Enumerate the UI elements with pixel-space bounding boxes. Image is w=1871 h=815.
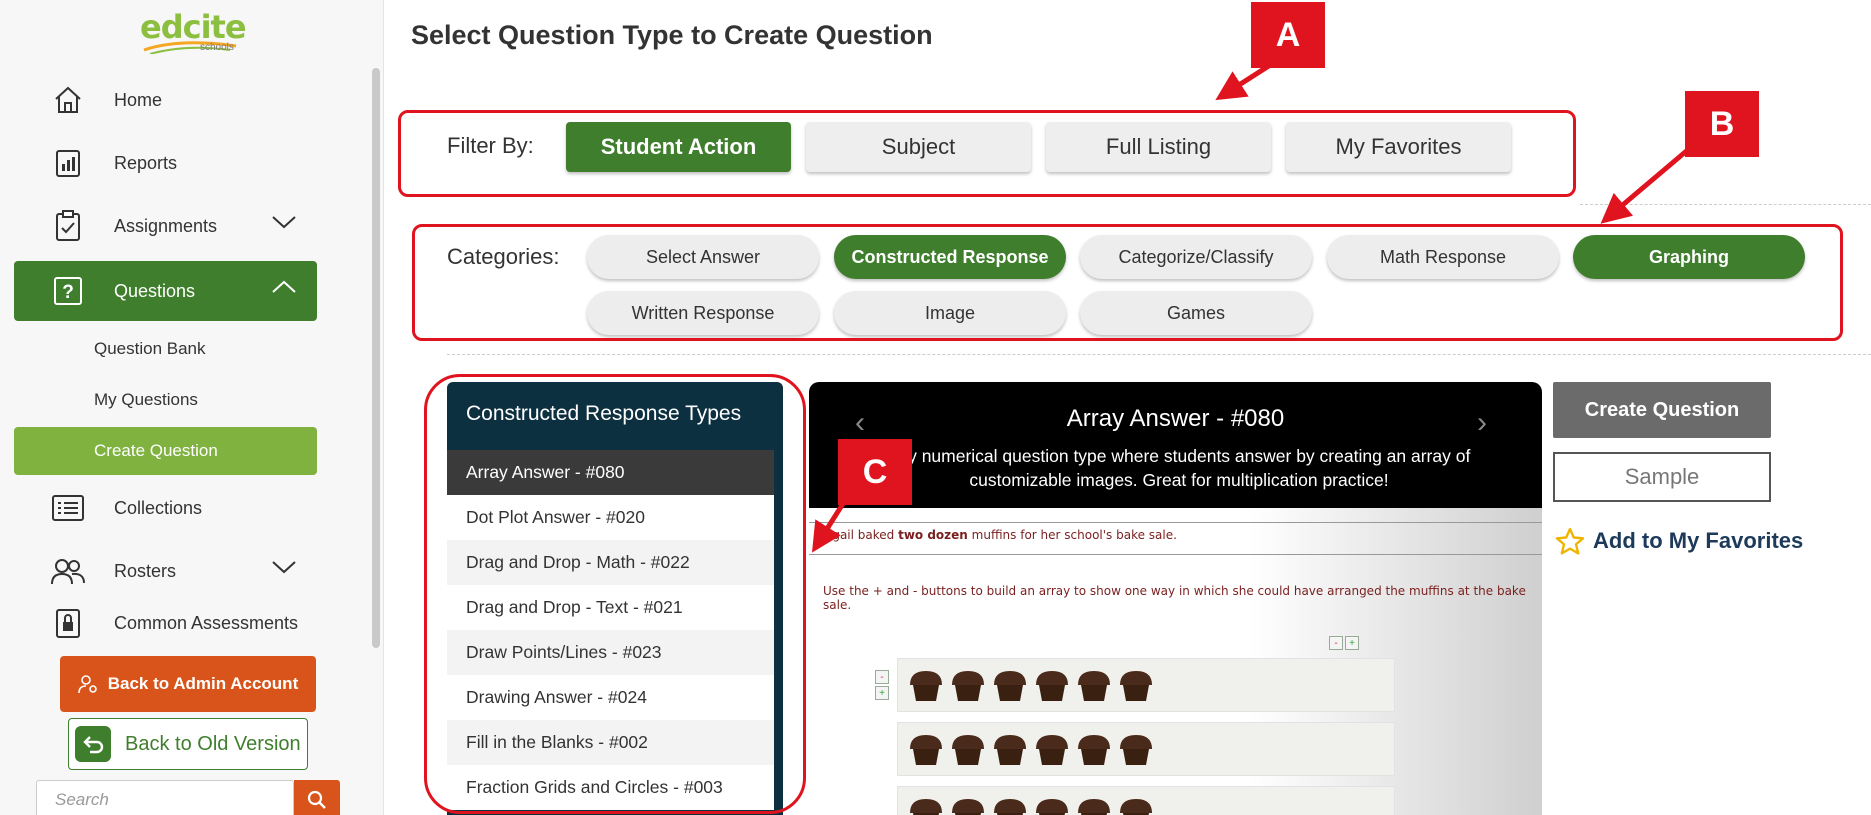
annotation-arrows bbox=[811, 57, 1692, 553]
